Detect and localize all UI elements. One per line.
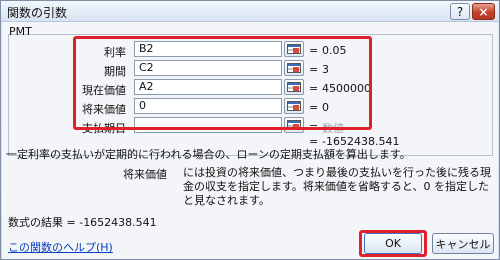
argument-help-name: 将来価値	[123, 168, 167, 181]
function-name: PMT	[9, 25, 32, 38]
title-bar: 関数の引数 ? ×	[1, 1, 499, 22]
dialog-title: 関数の引数	[7, 6, 68, 20]
cancel-button[interactable]: キャンセル	[432, 233, 494, 254]
function-arguments-dialog: 関数の引数 ? × PMT 利率 B2 = 0.05 期間 C2 = 3 現在価…	[0, 0, 500, 260]
function-description: 一定利率の支払いが定期的に行われる場合の、ローンの定期支払額を算出します。	[6, 148, 411, 161]
argument-help-text: には投資の将来価値、つまり最後の支払いを行った後に残る現金の収支を指定します。将…	[183, 166, 491, 207]
help-button[interactable]: ?	[450, 3, 470, 20]
formula-result-label: 数式の結果 =	[8, 216, 76, 229]
ok-button[interactable]: OK	[364, 233, 422, 254]
formula-result-value: -1652438.541	[79, 216, 157, 229]
close-button[interactable]: ×	[472, 3, 495, 20]
formula-result: 数式の結果 = -1652438.541	[8, 214, 157, 230]
function-help-link[interactable]: この関数のヘルプ(H)	[8, 239, 113, 255]
arguments-highlight-box	[73, 36, 372, 130]
dialog-body: PMT 利率 B2 = 0.05 期間 C2 = 3 現在価値 A2 = 450…	[2, 22, 498, 259]
